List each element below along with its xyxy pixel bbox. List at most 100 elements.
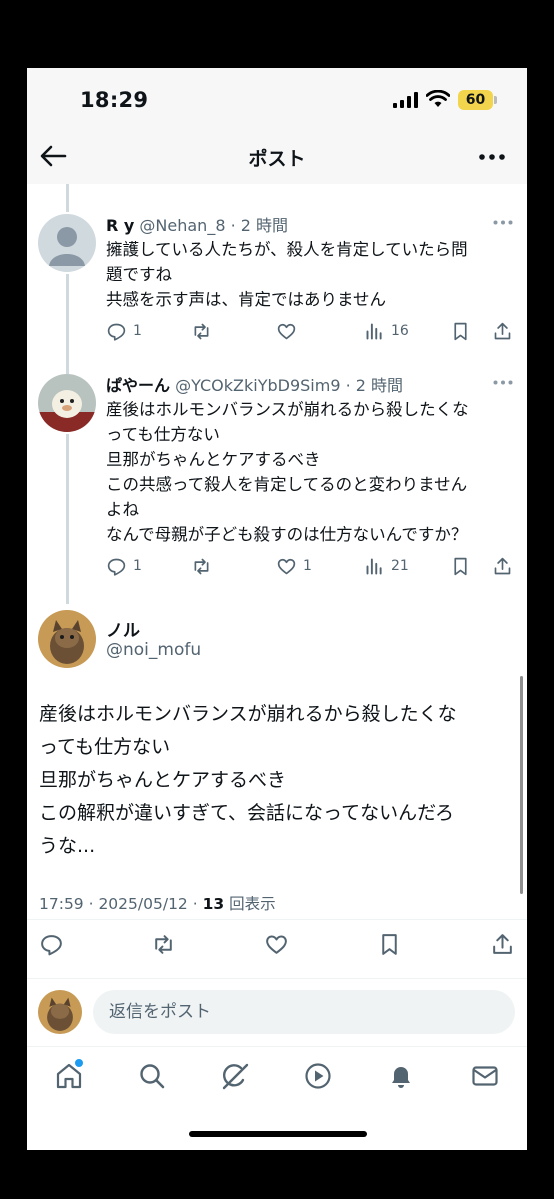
action-bar: 1 1 21 [106, 554, 518, 578]
reply-author-line: ぱやーん @YCOkZkiYbD9Sim9 · 2 時間 [106, 372, 403, 396]
more-options-icon[interactable] [479, 154, 505, 160]
view-label: 回表示 [224, 895, 276, 913]
text-line: 題ですね [106, 265, 172, 284]
repost-button[interactable] [151, 932, 176, 956]
text-line: 産後はホルモンバランスが崩れるから殺したくな [106, 400, 469, 419]
repost-icon [194, 558, 209, 574]
reply-icon [107, 558, 126, 576]
bell-icon [392, 1067, 410, 1088]
status-bar: 18:29 60 [27, 68, 527, 128]
author-handle[interactable]: @YCOkZkiYbD9Sim9 [175, 376, 340, 395]
main-author-handle[interactable]: @noi_mofu [106, 640, 201, 660]
divider [27, 1046, 527, 1047]
status-time: 18:29 [80, 88, 149, 112]
repost-icon [194, 323, 209, 339]
own-avatar[interactable] [38, 990, 82, 1034]
text-line: っても仕方ない [106, 425, 220, 444]
more-options-icon[interactable] [493, 220, 513, 225]
tab-video[interactable] [303, 1061, 333, 1091]
share-button[interactable] [490, 932, 515, 956]
text-line: 産後はホルモンバランスが崩れるから殺したくな [39, 703, 457, 725]
repost-button[interactable] [191, 554, 212, 578]
character-avatar-icon [38, 374, 96, 432]
mail-icon [472, 1066, 498, 1086]
text-line: よね [106, 500, 139, 519]
share-button[interactable] [492, 554, 513, 578]
like-button[interactable] [276, 319, 297, 343]
reply-icon [41, 934, 62, 955]
bookmark-button[interactable] [450, 319, 471, 343]
repost-button[interactable] [191, 319, 212, 343]
grok-icon [222, 1063, 249, 1090]
reply-button[interactable]: 1 [106, 554, 142, 578]
views-button[interactable]: 16 [364, 319, 409, 343]
repost-icon [155, 934, 172, 954]
battery-cap [494, 96, 497, 104]
search-icon [140, 1064, 165, 1089]
author-name[interactable]: ぱやーん [106, 376, 170, 395]
avatar-default[interactable] [38, 214, 96, 272]
author-handle[interactable]: @Nehan_8 [139, 216, 225, 235]
scrollbar[interactable] [520, 676, 523, 894]
tab-search[interactable] [137, 1061, 167, 1091]
battery-indicator: 60 [458, 90, 493, 110]
heart-icon [277, 323, 296, 339]
bookmark-icon [454, 557, 467, 575]
like-button[interactable]: 1 [276, 554, 312, 578]
tab-messages[interactable] [470, 1061, 500, 1091]
reply-tweet[interactable]: R y @Nehan_8 · 2 時間 擁護している人たちが、殺人を肯定していた… [27, 212, 527, 352]
text-line: うな... [39, 835, 96, 857]
tab-notifications[interactable] [386, 1061, 416, 1091]
author-name[interactable]: R y [106, 216, 134, 235]
action-bar: 1 16 [106, 319, 518, 343]
bookmark-button[interactable] [450, 554, 471, 578]
default-avatar-icon [38, 214, 96, 272]
tab-home[interactable] [54, 1059, 84, 1091]
reply-tweet[interactable]: ぱやーん @YCOkZkiYbD9Sim9 · 2 時間 産後はホルモンバランス… [27, 372, 527, 587]
like-count: 1 [303, 558, 312, 574]
page-title: ポスト [248, 148, 306, 170]
text-line: 旦那がちゃんとケアするべき [106, 450, 321, 469]
text-line: この共感って殺人を肯定してるのと変わりません [106, 475, 468, 494]
phone-screen: 18:29 60 ポスト R y @Nehan_8 · 2 時間 擁護している人… [27, 68, 527, 1150]
views-chart-icon [366, 558, 382, 574]
main-post-text: 産後はホルモンバランスが崩れるから殺したくな っても仕方ない 旦那がちゃんとケア… [39, 698, 519, 863]
post-time: · 2 時間 [345, 376, 404, 395]
reply-icon [107, 323, 126, 341]
post-header: ポスト [27, 128, 527, 184]
bottom-tab-bar [27, 1053, 527, 1097]
cat-photo-avatar-icon [38, 990, 82, 1034]
post-metadata: 17:59 · 2025/05/12 · 13 回表示 [39, 892, 276, 914]
text-line: 旦那がちゃんとケアするべき [39, 769, 287, 791]
thread-line [66, 184, 69, 212]
text-line: っても仕方ない [39, 736, 171, 758]
reply-count: 1 [133, 558, 142, 574]
tab-grok[interactable] [220, 1061, 250, 1091]
main-action-bar [39, 932, 515, 960]
more-options-icon[interactable] [493, 380, 513, 385]
avatar-payan[interactable] [38, 374, 96, 432]
home-indicator[interactable] [189, 1131, 367, 1137]
reply-text: 産後はホルモンバランスが崩れるから殺したくな っても仕方ない 旦那がちゃんとケア… [106, 397, 518, 547]
bookmark-button[interactable] [377, 932, 402, 956]
heart-icon [266, 934, 287, 954]
views-chart-icon [366, 323, 382, 339]
cat-photo-avatar-icon [38, 610, 96, 668]
share-button[interactable] [492, 319, 513, 343]
view-count: 16 [391, 323, 409, 339]
reply-button[interactable] [39, 932, 64, 956]
like-button[interactable] [264, 932, 289, 956]
main-author-name[interactable]: ノル [106, 616, 140, 641]
reply-input[interactable]: 返信をポスト [93, 990, 515, 1034]
avatar-noru[interactable] [38, 610, 96, 668]
view-count[interactable]: 13 [203, 895, 225, 913]
text-line: 擁護している人たちが、殺人を肯定していたら問 [106, 240, 468, 259]
share-icon [493, 933, 512, 954]
views-button[interactable]: 21 [364, 554, 409, 578]
text-line: なんで母親が子ども殺すのは仕方ないんですか？ [106, 525, 468, 544]
bookmark-icon [454, 322, 467, 340]
share-icon [494, 322, 511, 339]
reply-button[interactable]: 1 [106, 319, 142, 343]
text-line: この解釈が違いすぎて、会話になってないんだろ [39, 802, 454, 824]
cellular-signal-icon [393, 92, 418, 108]
